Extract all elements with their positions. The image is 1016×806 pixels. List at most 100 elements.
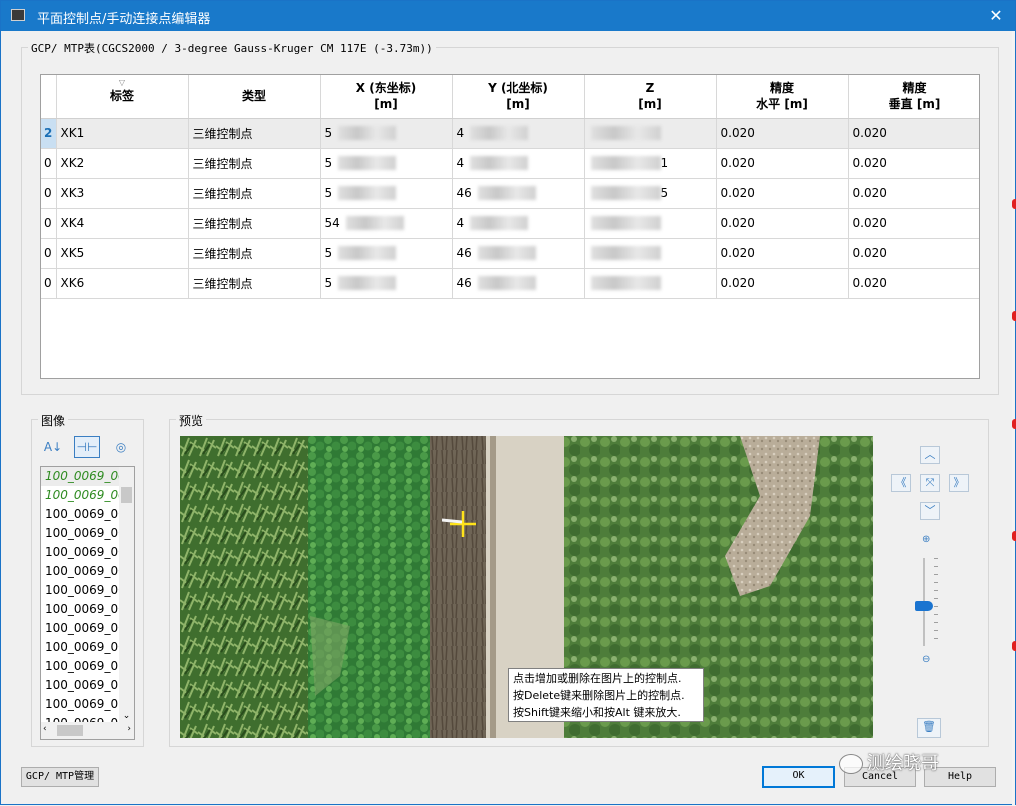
h-accuracy-cell[interactable]: 0.020 — [716, 238, 849, 269]
list-item[interactable]: 100_0069_00 — [41, 524, 119, 543]
zoom-out-icon[interactable]: ⊖ — [922, 654, 930, 665]
image-list-vscroll[interactable]: ⌄ — [119, 467, 134, 723]
x-cell[interactable]: 5 — [320, 118, 453, 149]
x-cell[interactable]: 5 — [320, 178, 453, 209]
v-accuracy-cell[interactable]: 0.020 — [848, 208, 979, 239]
list-item[interactable]: 100_0069_01 — [41, 657, 119, 676]
type-cell[interactable]: 三维控制点 — [188, 118, 321, 149]
table-row[interactable]: 0 XK5 三维控制点 5 46 0.020 0.020 — [41, 238, 979, 269]
z-cell[interactable] — [584, 208, 717, 239]
label-cell[interactable]: XK1 — [56, 118, 189, 149]
pan-left-icon[interactable]: 《 — [891, 474, 911, 492]
column-header-type[interactable]: 类型 — [188, 75, 321, 119]
x-cell[interactable]: 5 — [320, 238, 453, 269]
image-list[interactable]: 100_0069_00 100_0069_00 100_0069_00 100_006… — [40, 466, 135, 740]
x-cell[interactable]: 5 — [320, 268, 453, 299]
v-accuracy-cell[interactable]: 0.020 — [848, 118, 979, 149]
zoom-slider-thumb[interactable] — [915, 601, 933, 612]
column-header-h-accuracy[interactable]: 精度 水平 [m] — [716, 75, 849, 119]
h-accuracy-cell[interactable]: 0.020 — [716, 208, 849, 239]
wechat-icon — [839, 754, 863, 774]
type-cell[interactable]: 三维控制点 — [188, 208, 321, 239]
scroll-right-icon[interactable]: › — [127, 724, 131, 734]
fit-view-icon[interactable]: ⤧ — [920, 474, 940, 492]
x-cell[interactable]: 5 — [320, 148, 453, 179]
pan-down-icon[interactable]: ﹀ — [920, 502, 940, 520]
image-list-hscroll[interactable]: ‹ › — [41, 722, 134, 739]
z-cell[interactable] — [584, 118, 717, 149]
y-cell[interactable]: 46 — [452, 268, 585, 299]
list-item[interactable]: 100_0069_01 — [41, 676, 119, 695]
ok-button[interactable]: OK — [762, 766, 835, 788]
type-cell[interactable]: 三维控制点 — [188, 268, 321, 299]
close-icon[interactable]: ✕ — [985, 5, 1007, 27]
row-count-cell[interactable]: 0 — [41, 238, 57, 269]
table-row[interactable]: 0 XK6 三维控制点 5 46 0.020 0.020 — [41, 268, 979, 299]
label-cell[interactable]: XK5 — [56, 238, 189, 269]
list-item[interactable]: 100_0069_00 — [41, 505, 119, 524]
v-accuracy-cell[interactable]: 0.020 — [848, 178, 979, 209]
z-cell[interactable]: 5 — [584, 178, 717, 209]
y-cell[interactable]: 4 — [452, 148, 585, 179]
pan-right-icon[interactable]: 》 — [949, 474, 969, 492]
label-cell[interactable]: XK2 — [56, 148, 189, 179]
v-accuracy-cell[interactable]: 0.020 — [848, 148, 979, 179]
list-item[interactable]: 100_0069_00 — [41, 638, 119, 657]
label-cell[interactable]: XK4 — [56, 208, 189, 239]
table-row[interactable]: 0 XK2 三维控制点 5 4 1 0.020 0.020 — [41, 148, 979, 179]
row-count-cell[interactable]: 2 — [41, 118, 57, 149]
column-header-v-accuracy[interactable]: 精度 垂直 [m] — [848, 75, 979, 119]
scroll-left-icon[interactable]: ‹ — [43, 724, 47, 734]
v-accuracy-cell[interactable]: 0.020 — [848, 238, 979, 269]
y-cell[interactable]: 46 — [452, 178, 585, 209]
vscroll-thumb[interactable] — [121, 487, 132, 503]
table-row[interactable]: 2 XK1 三维控制点 5 4 0.020 0.020 — [41, 118, 979, 149]
gcp-manage-button[interactable]: GCP/ MTP管理 — [21, 767, 99, 787]
list-item[interactable]: 100_0069_01 — [41, 695, 119, 714]
list-item[interactable]: 100_0069_00 — [41, 581, 119, 600]
column-header-label[interactable]: ▽ 标签 — [56, 75, 189, 119]
list-item[interactable]: 100_0069_00 — [41, 600, 119, 619]
type-cell[interactable]: 三维控制点 — [188, 178, 321, 209]
table-row[interactable]: 0 XK4 三维控制点 54 4 0.020 0.020 — [41, 208, 979, 239]
y-cell[interactable]: 46 — [452, 238, 585, 269]
list-item[interactable]: 100_0069_00 — [41, 619, 119, 638]
pan-up-icon[interactable]: ︿ — [920, 446, 940, 464]
x-cell[interactable]: 54 — [320, 208, 453, 239]
column-header-y[interactable]: Y (北坐标) [m] — [452, 75, 585, 119]
list-item[interactable]: 100_0069_00 — [41, 486, 119, 505]
preview-image[interactable]: 点击增加或删除在图片上的控制点. 按Delete键来删除图片上的控制点. 按Sh… — [180, 436, 873, 738]
scroll-down-icon[interactable]: ⌄ — [119, 709, 134, 723]
y-cell[interactable]: 4 — [452, 118, 585, 149]
type-cell[interactable]: 三维控制点 — [188, 148, 321, 179]
h-accuracy-cell[interactable]: 0.020 — [716, 268, 849, 299]
type-cell[interactable]: 三维控制点 — [188, 238, 321, 269]
x-cell-text: 5 — [324, 245, 333, 260]
list-item[interactable]: 100_0069_00 — [41, 543, 119, 562]
list-item[interactable]: 100_0069_00 — [41, 467, 119, 486]
z-cell[interactable]: 1 — [584, 148, 717, 179]
table-row[interactable]: 0 XK3 三维控制点 5 46 5 0.020 0.020 — [41, 178, 979, 209]
row-count-cell[interactable]: 0 — [41, 178, 57, 209]
zoom-in-icon[interactable]: ⊕ — [922, 534, 930, 545]
h-accuracy-cell[interactable]: 0.020 — [716, 118, 849, 149]
delete-icon[interactable]: 🗑 — [917, 718, 941, 738]
row-count-cell[interactable]: 0 — [41, 268, 57, 299]
filter-crosshair-icon[interactable]: ⊣⊢ — [74, 436, 100, 458]
z-cell[interactable] — [584, 268, 717, 299]
z-cell[interactable] — [584, 238, 717, 269]
list-item[interactable]: 100_0069_00 — [41, 562, 119, 581]
h-accuracy-cell[interactable]: 0.020 — [716, 178, 849, 209]
row-count-cell[interactable]: 0 — [41, 208, 57, 239]
camera-icon[interactable]: ◎ — [108, 436, 134, 458]
y-cell[interactable]: 4 — [452, 208, 585, 239]
h-accuracy-cell[interactable]: 0.020 — [716, 148, 849, 179]
sort-az-icon[interactable]: A↓ — [40, 436, 66, 458]
hscroll-thumb[interactable] — [57, 725, 83, 736]
column-header-z[interactable]: Z [m] — [584, 75, 717, 119]
row-count-cell[interactable]: 0 — [41, 148, 57, 179]
v-accuracy-cell[interactable]: 0.020 — [848, 268, 979, 299]
column-header-x[interactable]: X (东坐标) [m] — [320, 75, 453, 119]
label-cell[interactable]: XK3 — [56, 178, 189, 209]
label-cell[interactable]: XK6 — [56, 268, 189, 299]
